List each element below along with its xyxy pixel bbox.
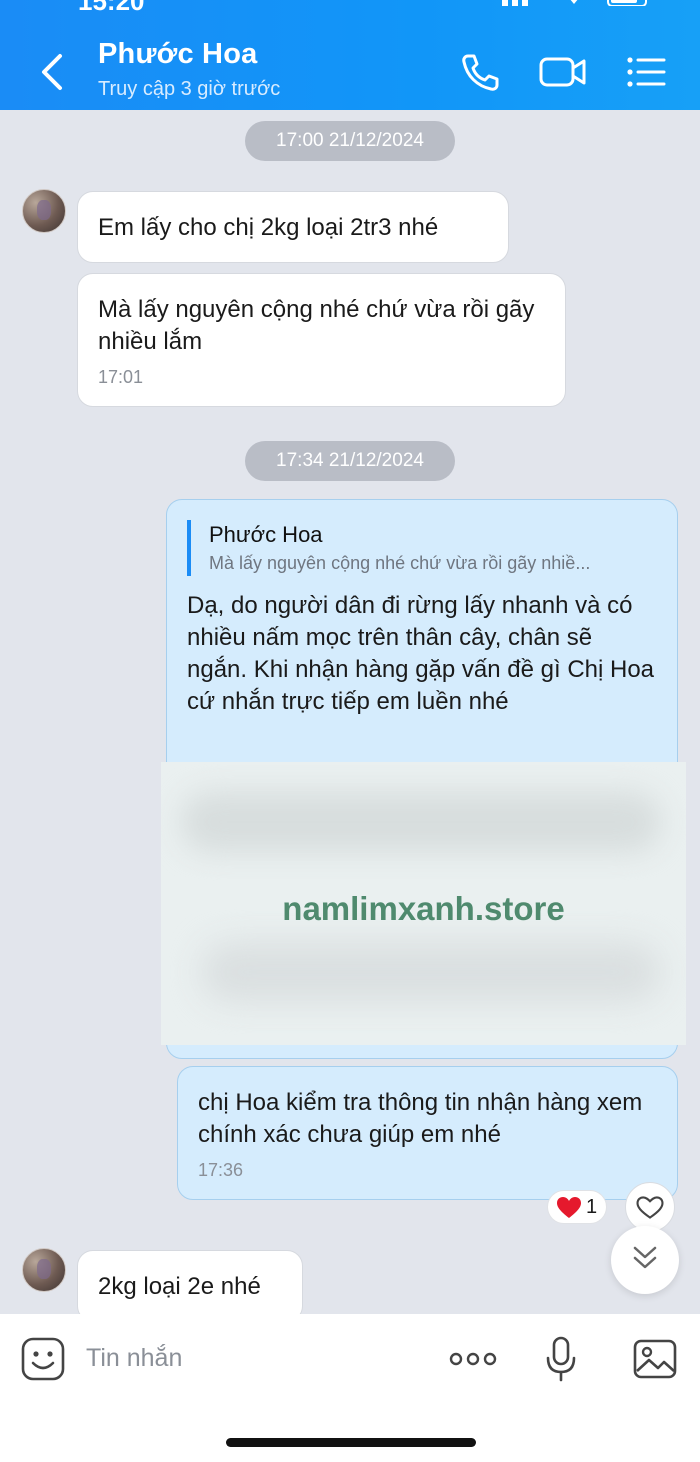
quote-author: Phước Hoa: [209, 522, 323, 547]
more-dots-icon[interactable]: [448, 1348, 498, 1370]
date-separator: 17:34 21/12/2024: [245, 441, 455, 481]
shared-image[interactable]: namlimxanh.store: [161, 762, 686, 1045]
image-watermark: namlimxanh.store: [282, 890, 565, 927]
quote-text: Mà lấy nguyên cộng nhé chứ vừa rồi gãy n…: [209, 553, 591, 573]
message-input[interactable]: Tin nhắn: [86, 1344, 182, 1373]
emoji-icon[interactable]: [20, 1336, 66, 1382]
contact-name[interactable]: Phước Hoa: [98, 38, 257, 71]
microphone-icon[interactable]: [544, 1336, 578, 1382]
blurred-content: [201, 942, 661, 1002]
message-time: 17:01: [98, 367, 144, 387]
reaction-badge[interactable]: 1: [547, 1190, 607, 1224]
contact-avatar[interactable]: [22, 1248, 66, 1292]
reaction-count: 1: [586, 1196, 598, 1218]
phone-icon[interactable]: [458, 50, 502, 94]
video-camera-icon[interactable]: [538, 50, 588, 94]
message-text: Mà lấy nguyên cộng nhé chứ vừa rồi gãy n…: [98, 296, 535, 355]
date-separator: 17:00 21/12/2024: [245, 121, 455, 161]
incoming-message[interactable]: 2kg loại 2e nhé: [77, 1250, 303, 1322]
contact-last-seen: Truy cập 3 giờ trước: [98, 78, 281, 100]
chat-header: 15:20 Phước Hoa Truy cập 3 giờ trước: [0, 0, 700, 110]
outgoing-message[interactable]: chị Hoa kiểm tra thông tin nhận hàng xem…: [177, 1066, 678, 1200]
message-text: chị Hoa kiểm tra thông tin nhận hàng xem…: [198, 1089, 643, 1148]
list-menu-icon[interactable]: [624, 50, 668, 94]
image-icon[interactable]: [632, 1338, 678, 1380]
contact-avatar[interactable]: [22, 189, 66, 233]
status-time: 15:20: [78, 0, 145, 16]
reply-quote[interactable]: Phước Hoa Mà lấy nguyên cộng nhé chứ vừa…: [187, 520, 657, 576]
incoming-message[interactable]: Mà lấy nguyên cộng nhé chứ vừa rồi gãy n…: [77, 273, 566, 407]
message-text: Dạ, do người dân đi rừng lấy nhanh và có…: [187, 592, 655, 715]
scroll-to-bottom-button[interactable]: [611, 1226, 679, 1294]
status-bar-icons: [502, 0, 647, 6]
red-heart-icon: [557, 1196, 581, 1218]
message-input-bar: Tin nhắn: [0, 1314, 700, 1462]
back-button[interactable]: [36, 52, 68, 92]
heart-outline-icon[interactable]: [625, 1182, 675, 1232]
message-text: 2kg loại 2e nhé: [98, 1273, 261, 1300]
message-time: 17:36: [198, 1160, 244, 1180]
blurred-content: [181, 792, 661, 852]
incoming-message[interactable]: Em lấy cho chị 2kg loại 2tr3 nhé: [77, 191, 509, 263]
message-text: Em lấy cho chị 2kg loại 2tr3 nhé: [98, 214, 439, 241]
home-indicator: [226, 1438, 476, 1447]
